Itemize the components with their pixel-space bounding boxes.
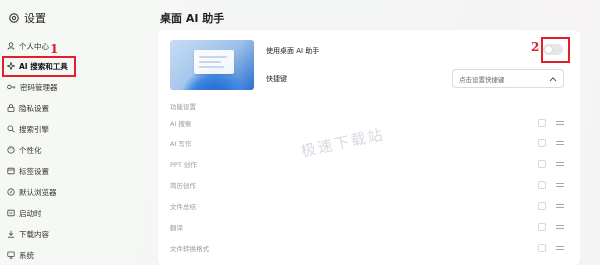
sidebar-item-search-engine[interactable]: 搜索引擎 [4,119,74,139]
sidebar-item-label: 个人中心 [19,41,49,51]
sidebar-item-label: 密码管理器 [20,82,58,92]
highlight-box-ai-tools [2,56,76,77]
drag-handle-icon[interactable] [556,141,564,145]
feature-label: PPT 创作 [170,161,197,169]
enable-assistant-label: 使用桌面 AI 助手 [266,47,320,55]
settings-header: 设置 [8,10,46,26]
drag-handle-icon[interactable] [556,204,564,208]
feature-checkbox[interactable] [538,119,546,127]
sidebar-item-system[interactable]: 系统 [4,245,74,265]
sidebar-item-label: 默认浏览器 [19,187,57,197]
drag-handle-icon[interactable] [556,121,564,125]
annotation-marker-1: 1 [50,42,59,56]
feature-checkbox[interactable] [538,223,546,231]
drag-handle-icon[interactable] [556,225,564,229]
sidebar-item-label: 个性化 [19,145,42,155]
sidebar-item-tab-settings[interactable]: 标签设置 [4,161,74,181]
key-icon [7,84,16,90]
drag-handle-icon[interactable] [556,183,564,187]
desktop-preview-image [170,40,254,90]
hotkey-label: 快捷键 [266,75,287,83]
feature-label: 简历创作 [170,182,196,190]
feature-checkbox[interactable] [538,160,546,168]
feature-label: 文件总结 [170,203,196,211]
sidebar-item-default-browser[interactable]: 默认浏览器 [4,182,74,202]
tabs-icon [7,167,15,175]
feature-row: PPT 创作 [170,158,566,170]
compass-icon [7,188,15,196]
feature-checkbox[interactable] [538,139,546,147]
search-icon [7,125,15,133]
feature-checkbox[interactable] [538,202,546,210]
hotkey-select[interactable]: 点击设置快捷键 [452,69,564,88]
feature-label: 文件转换格式 [170,245,209,253]
sidebar-item-personal-center[interactable]: 个人中心 [4,36,74,56]
feature-section-title: 功能设置 [170,103,196,111]
highlight-box-toggle [541,37,570,63]
palette-icon [7,146,15,154]
sidebar-item-label: 搜索引擎 [19,124,49,134]
feature-label: 翻译 [170,224,183,232]
drag-handle-icon[interactable] [556,246,564,250]
feature-row: 文件总结 [170,200,566,212]
sidebar: 设置 个人中心 AI 搜索和工具 密码管理器 隐私设置 搜索引擎 个性化 标签设… [0,0,150,265]
feature-row: 翻译 [170,221,566,233]
person-icon [7,42,15,50]
monitor-icon [7,251,15,259]
sidebar-item-label: 系统 [19,250,34,260]
sidebar-item-label: 下载内容 [19,229,49,239]
sidebar-item-downloads[interactable]: 下载内容 [4,224,74,244]
feature-row: 文件转换格式 [170,242,566,254]
download-icon [8,230,14,238]
hotkey-placeholder: 点击设置快捷键 [459,75,505,84]
sidebar-item-label: 隐私设置 [19,103,49,113]
chevron-up-icon [549,76,557,81]
feature-label: AI 搜索 [170,120,192,128]
feature-row: 简历创作 [170,179,566,191]
page-title: 桌面 AI 助手 [160,12,225,25]
annotation-marker-2: 2 [531,40,540,54]
settings-title: 设置 [24,12,46,25]
feature-checkbox[interactable] [538,244,546,252]
drag-handle-icon[interactable] [556,162,564,166]
sidebar-item-label: 标签设置 [19,166,49,176]
feature-checkbox[interactable] [538,181,546,189]
sidebar-item-on-startup[interactable]: 启动时 [4,203,74,223]
sidebar-item-password-manager[interactable]: 密码管理器 [4,77,74,97]
feature-label: AI 写作 [170,140,192,148]
sidebar-item-label: 启动时 [19,208,42,218]
lock-icon [7,104,15,112]
sidebar-item-personalization[interactable]: 个性化 [4,140,74,160]
gear-icon [9,13,19,23]
window-icon [7,209,15,217]
sidebar-item-privacy[interactable]: 隐私设置 [4,98,74,118]
